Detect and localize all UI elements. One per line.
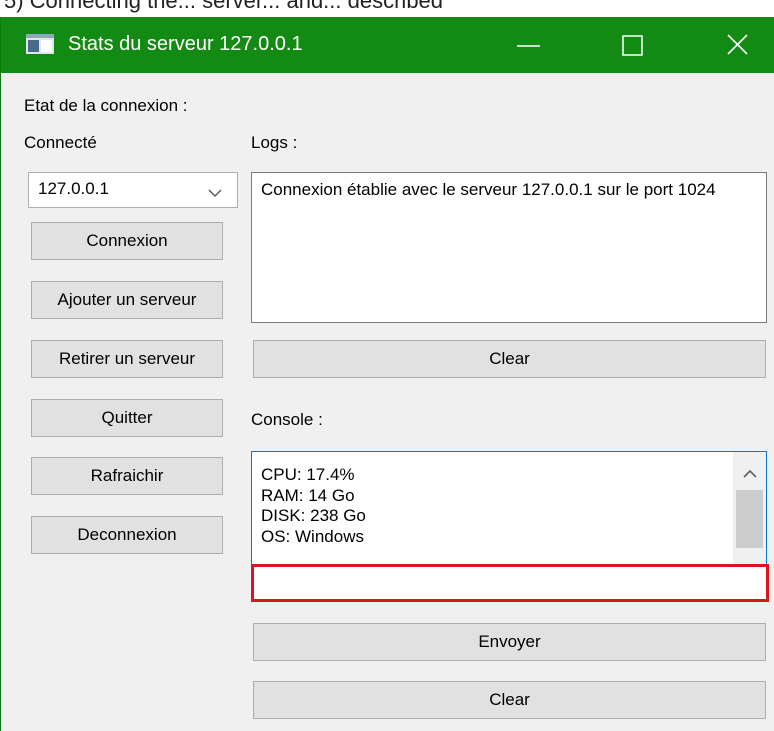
server-select-value: 127.0.0.1 bbox=[38, 179, 109, 198]
window-title: Stats du serveur 127.0.0.1 bbox=[68, 33, 303, 55]
console-label: Console : bbox=[251, 410, 323, 429]
console-line: RAM: 14 Go bbox=[261, 485, 355, 505]
maximize-icon bbox=[622, 35, 643, 56]
app-icon bbox=[26, 34, 54, 54]
scroll-thumb[interactable] bbox=[736, 490, 763, 548]
console-scrollbar[interactable] bbox=[733, 452, 766, 569]
minimize-button[interactable] bbox=[494, 17, 566, 73]
connect-button[interactable]: Connexion bbox=[31, 222, 223, 260]
console-lines: CPU: 17.4% RAM: 14 Go DISK: 238 Go OS: W… bbox=[261, 465, 366, 547]
logs-clear-button[interactable]: Clear bbox=[253, 340, 766, 378]
close-icon bbox=[727, 34, 748, 55]
remove-server-button[interactable]: Retirer un serveur bbox=[31, 340, 223, 378]
cropped-document-text: 5) Connecting the... server... and... de… bbox=[4, 0, 444, 13]
minimize-icon bbox=[517, 45, 540, 47]
app-window: Stats du serveur 127.0.0.1 Etat de la co… bbox=[0, 17, 774, 731]
close-button[interactable] bbox=[701, 17, 773, 73]
logs-label: Logs : bbox=[251, 133, 298, 152]
refresh-button[interactable]: Rafraichir bbox=[31, 457, 223, 495]
quit-button[interactable]: Quitter bbox=[31, 399, 223, 437]
console-line: DISK: 238 Go bbox=[261, 506, 366, 525]
console-command-input[interactable] bbox=[251, 564, 769, 602]
disconnect-button[interactable]: Deconnexion bbox=[31, 516, 223, 554]
chevron-down-icon bbox=[207, 184, 223, 197]
add-server-button[interactable]: Ajouter un serveur bbox=[31, 281, 223, 319]
chevron-up-icon[interactable] bbox=[742, 467, 758, 479]
connection-state-label: Etat de la connexion : bbox=[24, 96, 188, 115]
console-clear-button[interactable]: Clear bbox=[253, 681, 766, 719]
logs-textbox[interactable]: Connexion établie avec le serveur 127.0.… bbox=[251, 172, 767, 323]
title-bar: Stats du serveur 127.0.0.1 bbox=[1, 17, 774, 73]
server-select[interactable]: 127.0.0.1 bbox=[28, 172, 238, 208]
console-line: CPU: 17.4% bbox=[261, 465, 355, 484]
connection-status-text: Connecté bbox=[24, 133, 97, 152]
send-button[interactable]: Envoyer bbox=[253, 623, 766, 661]
maximize-button[interactable] bbox=[598, 17, 670, 73]
console-line: OS: Windows bbox=[261, 526, 364, 546]
console-output[interactable]: CPU: 17.4% RAM: 14 Go DISK: 238 Go OS: W… bbox=[251, 451, 767, 570]
